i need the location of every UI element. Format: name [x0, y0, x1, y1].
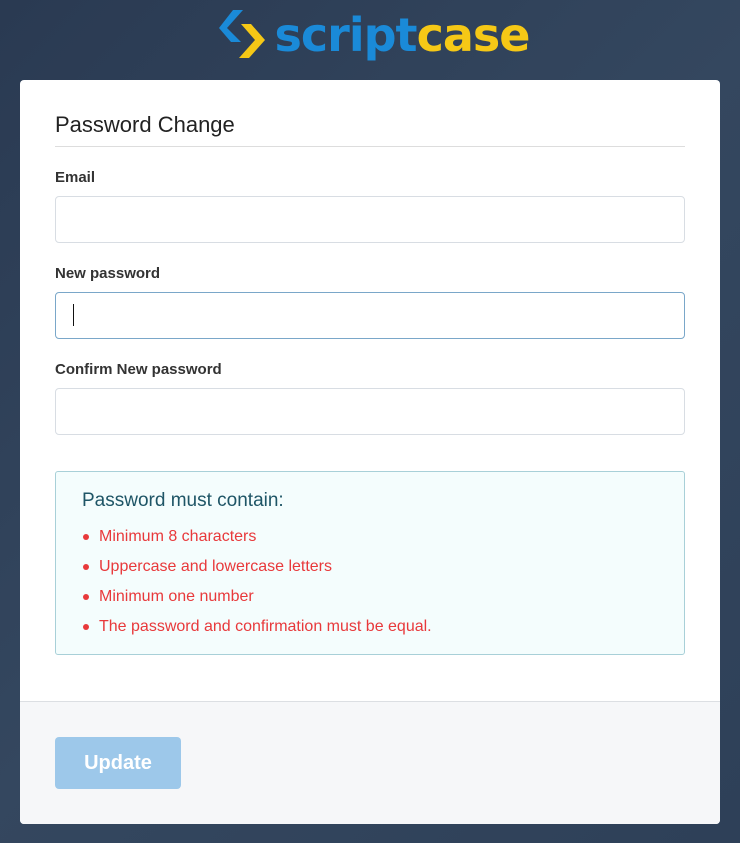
header-logo-area: scriptcase	[0, 0, 740, 80]
password-rules-title: Password must contain:	[82, 490, 284, 511]
logo-wordmark: scriptcase	[275, 12, 531, 58]
new-password-wrapper	[55, 292, 685, 339]
password-rule-text: Minimum one number	[99, 588, 254, 605]
email-label: Email	[55, 169, 96, 186]
new-password-input[interactable]	[55, 292, 685, 339]
password-rules-box: Password must contain: Minimum 8 charact…	[55, 471, 685, 655]
page-title: Password Change	[55, 112, 685, 147]
scriptcase-logo: scriptcase	[211, 6, 530, 64]
password-rule-item: Minimum one number	[82, 582, 658, 612]
password-rules-list: Minimum 8 characters Uppercase and lower…	[82, 522, 658, 642]
password-rule-text: The password and confirmation must be eq…	[99, 618, 432, 635]
update-button[interactable]: Update	[55, 737, 181, 789]
bullet-icon	[83, 624, 89, 630]
password-rule-text: Minimum 8 characters	[99, 528, 257, 545]
confirm-password-input[interactable]	[55, 388, 685, 435]
confirm-password-label: Confirm New password	[55, 361, 222, 378]
bullet-icon	[83, 534, 89, 540]
password-rule-item: The password and confirmation must be eq…	[82, 612, 658, 642]
password-rule-text: Uppercase and lowercase letters	[99, 558, 333, 575]
card-footer: Update	[20, 701, 720, 824]
logo-word-script: script	[274, 8, 418, 62]
text-cursor	[73, 304, 74, 326]
password-rule-item: Uppercase and lowercase letters	[82, 552, 658, 582]
logo-word-case: case	[416, 8, 531, 62]
password-change-card: Password Change Email New password Confi…	[20, 80, 720, 824]
password-rule-item: Minimum 8 characters	[82, 522, 658, 552]
bullet-icon	[83, 594, 89, 600]
scriptcase-logo-icon	[218, 10, 265, 58]
email-input[interactable]	[55, 196, 685, 243]
bullet-icon	[83, 564, 89, 570]
card-body: Password Change Email New password Confi…	[20, 80, 720, 701]
new-password-label: New password	[55, 265, 161, 282]
